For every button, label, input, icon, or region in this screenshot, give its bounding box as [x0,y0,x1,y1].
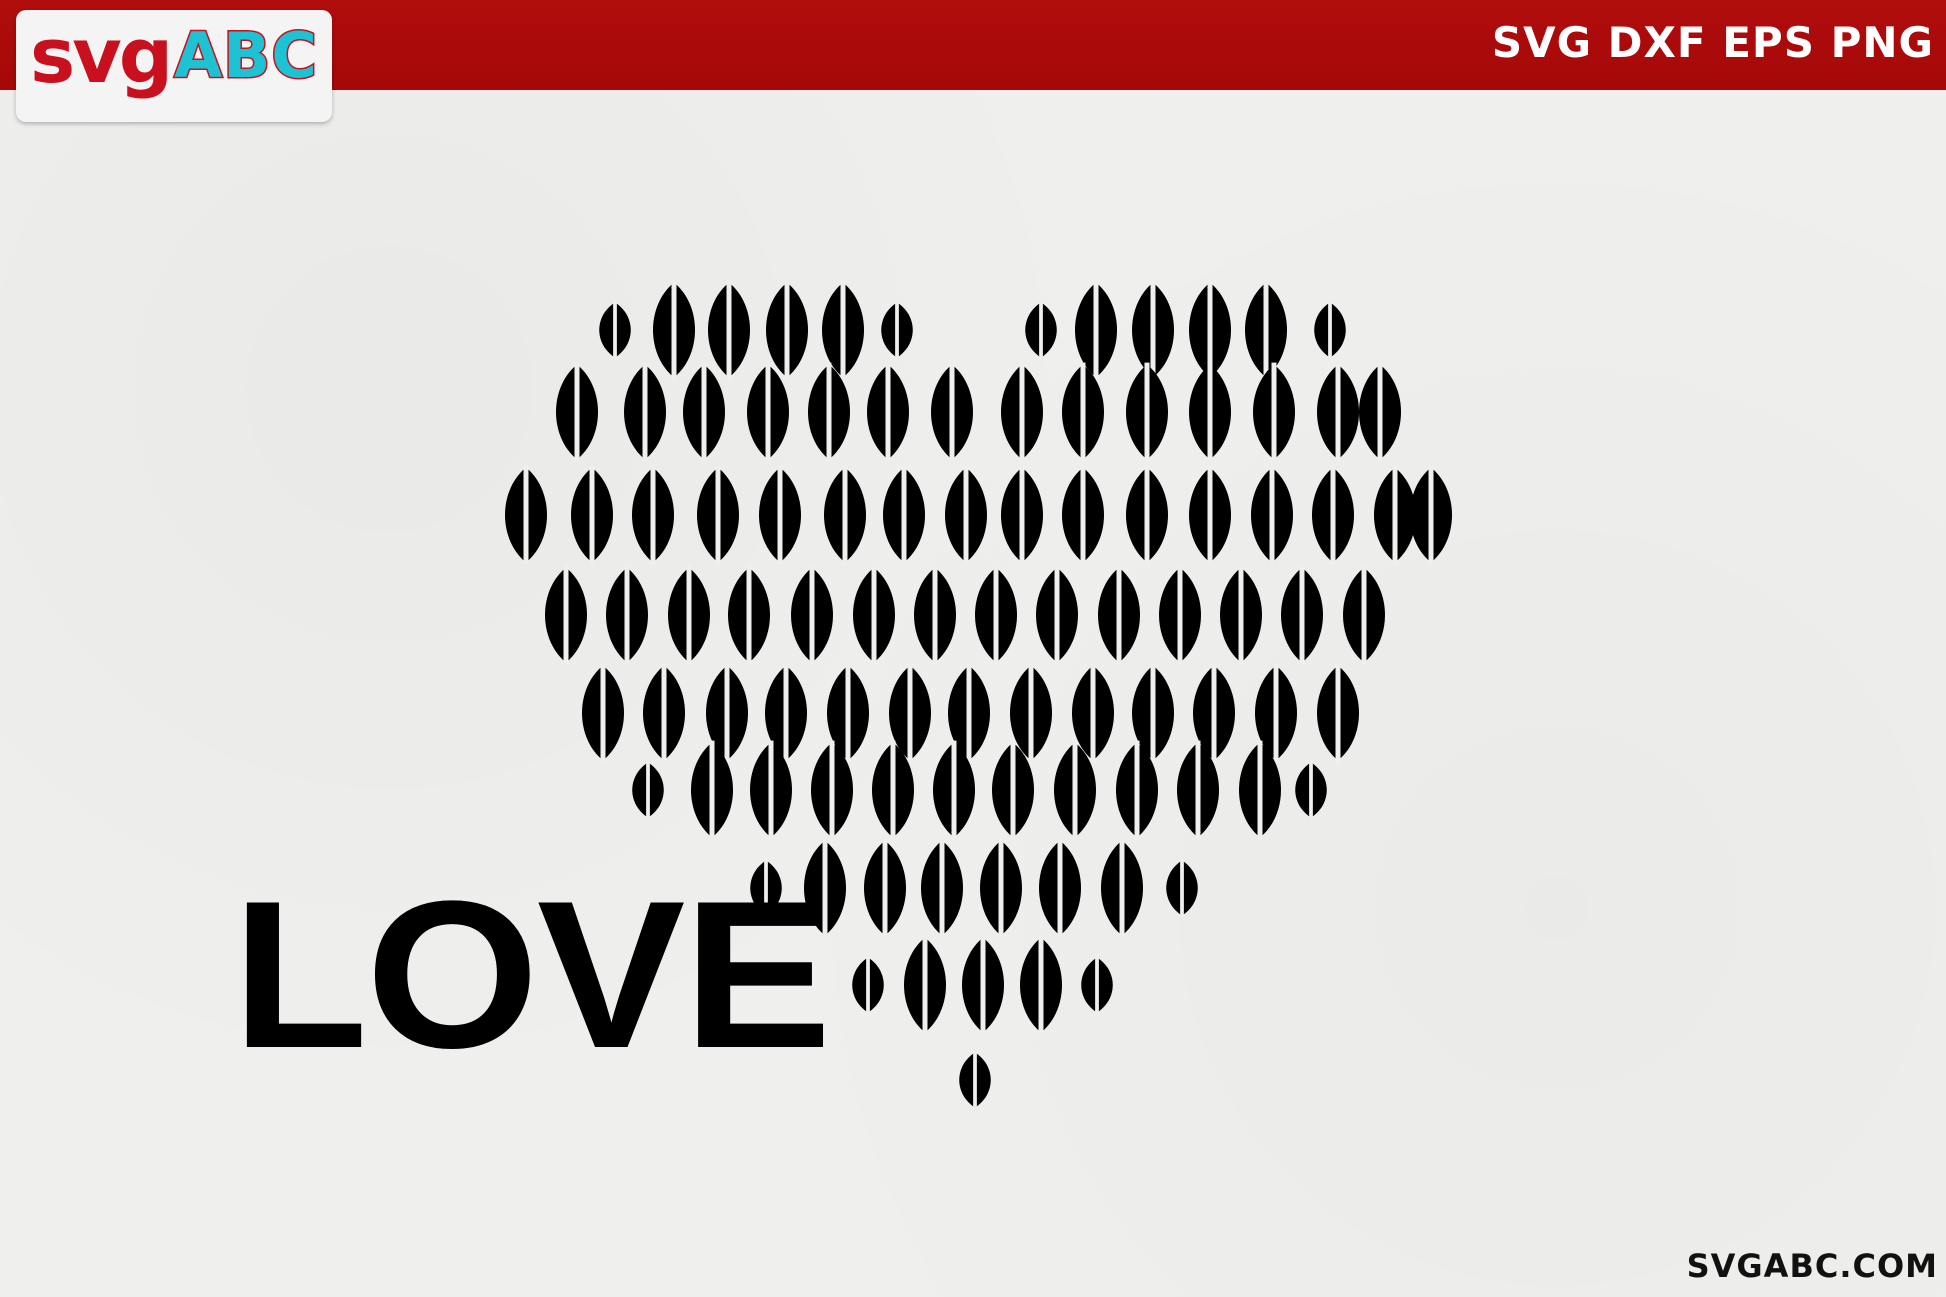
heart-leaf [747,362,789,462]
heart-leaf [571,465,613,565]
heart-leaf [668,565,710,665]
heart-leaf [643,663,685,763]
heart-leaf [728,565,770,665]
heart-leaf [1281,565,1323,665]
heart-leaf [1295,761,1327,819]
heart-leaf [708,280,750,380]
heart-leaf [1374,465,1416,565]
heart-leaf [1343,565,1385,665]
heart-leaf [632,761,664,819]
heart-leaf [1314,301,1346,359]
heart-leaf [505,465,547,565]
heart-leaf [1132,280,1174,380]
heart-leaf [945,465,987,565]
heart-leaf [632,465,674,565]
love-word: LOVE [232,857,832,1092]
heart-leaf [582,663,624,763]
heart-leaf [881,301,913,359]
heart-leaf [1251,465,1293,565]
heart-leaf [1126,362,1168,462]
heart-leaf [1245,280,1287,380]
heart-leaf [1101,838,1143,938]
heart-leaf [853,565,895,665]
heart-leaf [653,280,695,380]
heart-leaf [1001,362,1043,462]
heart-leaf [697,465,739,565]
heart-leaf [1220,565,1262,665]
heart-leaf [904,935,946,1035]
heart-leaf [852,956,884,1014]
heart-leaf [864,838,906,938]
heart-leaf [766,280,808,380]
heart-leaf [1126,465,1168,565]
heart-leaf [1001,465,1043,565]
heart-leaf [1159,565,1201,665]
heart-leaf [1166,859,1198,917]
heart-leaf [1025,301,1057,359]
heart-leaf [883,465,925,565]
heart-leaf [1317,362,1359,462]
heart-leaf [1039,838,1081,938]
heart-leaf [599,301,631,359]
striped-heart-icon [505,280,1452,1109]
heart-leaf [1253,362,1295,462]
heart-leaf [867,362,909,462]
heart-leaf [556,362,598,462]
heart-leaf [759,465,801,565]
heart-leaf [1062,465,1104,565]
heart-leaf [1036,565,1078,665]
heart-leaf [545,565,587,665]
heart-leaf [606,565,648,665]
heart-leaf [980,838,1022,938]
heart-leaf [1098,565,1140,665]
heart-leaf [962,935,1004,1035]
heart-leaf [1359,362,1401,462]
heart-leaf [1189,465,1231,565]
heart-leaf [959,1051,991,1109]
heart-leaf [1189,362,1231,462]
heart-leaf [975,565,1017,665]
heart-leaf [683,362,725,462]
heart-leaf [921,838,963,938]
site-url: SVGABC.COM [1686,1247,1938,1285]
heart-leaf [1312,465,1354,565]
heart-leaf [1081,956,1113,1014]
heart-leaf [624,362,666,462]
heart-leaf [1020,935,1062,1035]
heart-leaf [914,565,956,665]
heart-leaf [824,465,866,565]
heart-leaf [1317,663,1359,763]
heart-leaf [791,565,833,665]
heart-leaf [1410,465,1452,565]
heart-leaf [931,362,973,462]
